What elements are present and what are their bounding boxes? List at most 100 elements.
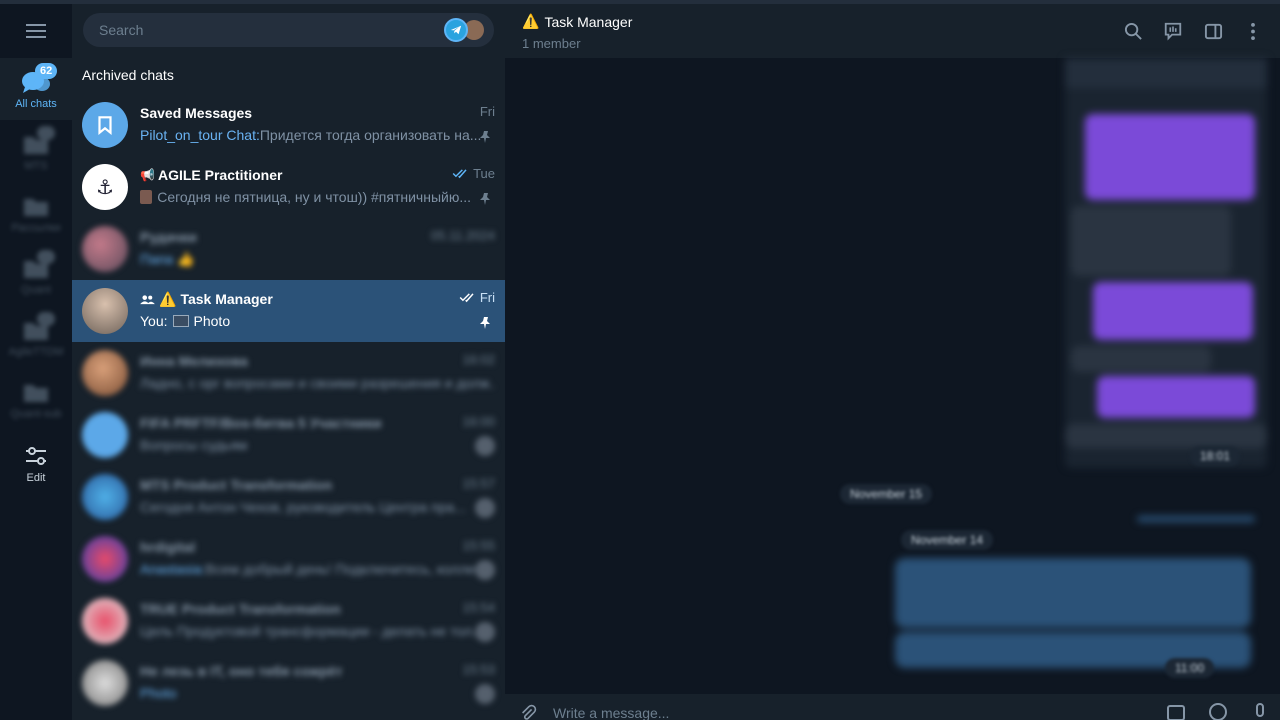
unread-badge <box>475 684 495 704</box>
window-top-border <box>0 0 1280 4</box>
chat-preview: Цель Продуктовой трансформации - делать … <box>140 623 484 639</box>
chat-title: hrdigital <box>140 539 196 555</box>
warning-icon: ⚠️ <box>522 13 540 29</box>
warning-icon: ⚠️ <box>159 290 177 307</box>
chat-item[interactable]: hrdigital 15:55 Anastasia: Всем добрый д… <box>72 528 505 590</box>
chat-item[interactable]: TRUE Product Transformation 15:54 Цель П… <box>72 590 505 652</box>
message-time: 11:00 <box>1165 658 1215 678</box>
chat-time: Fri <box>479 104 495 119</box>
pin-icon <box>480 131 490 143</box>
channel-avatar: ⚓ <box>82 164 128 210</box>
polls-icon[interactable] <box>1160 18 1186 44</box>
chat-item[interactable]: Рудачки 05.11.2024 Папа 👍 <box>72 218 505 280</box>
search-input[interactable] <box>99 22 399 38</box>
chat-item[interactable]: FIFA PRFTF/Bos-битва 5 Участники 16:00 В… <box>72 404 505 466</box>
message-composer <box>505 694 1280 720</box>
chat-item[interactable]: Не лезь в IT, оно тебя сожрёт 15:53 Phot… <box>72 652 505 714</box>
unread-badge <box>475 560 495 580</box>
chat-preview: Сегодня Антон Чехов, руководитель Центра… <box>140 499 466 515</box>
pin-icon <box>480 193 490 205</box>
video-thumb <box>140 190 153 204</box>
chat-preview: Вопросы судьям <box>140 437 248 453</box>
folder-icon <box>21 249 55 281</box>
microphone-icon[interactable] <box>1250 702 1270 720</box>
chat-body: Инна Мелихова 16:02 Ладно, с орг вопроса… <box>140 350 495 396</box>
telegram-story-icon[interactable] <box>444 18 468 42</box>
chat-body: TRUE Product Transformation 15:54 Цель П… <box>140 598 495 644</box>
chat-title: Инна Мелихова <box>140 353 248 369</box>
folder-icon <box>21 193 51 219</box>
group-icon <box>140 294 155 304</box>
archived-chats-row[interactable]: Archived chats <box>72 56 505 94</box>
chat-item-agile-practitioner[interactable]: ⚓ 📢 AGILE Practitioner Tue Сегодня не пят… <box>72 156 505 218</box>
folder-mts[interactable]: MTS <box>0 120 72 182</box>
unread-badge <box>475 622 495 642</box>
folders-sidebar: 62 All chats MTS Рассылки Quant AgileTTD… <box>0 0 72 720</box>
chat-list-panel: Archived chats Saved Messages Fri Pilot_… <box>72 0 505 720</box>
emoji-icon[interactable] <box>1208 702 1228 720</box>
chat-item[interactable]: MTS Product Transformation 15:57 Сегодня… <box>72 466 505 528</box>
more-icon[interactable] <box>1240 18 1266 44</box>
folder-all-chats[interactable]: 62 All chats <box>0 58 72 120</box>
chat-body: Рудачки 05.11.2024 Папа 👍 <box>140 226 495 272</box>
preview-text: Придется тогда организовать на... <box>259 127 482 143</box>
schedule-icon[interactable] <box>1166 702 1186 720</box>
composer-actions <box>1166 702 1270 720</box>
sidebar-toggle-icon[interactable] <box>1200 18 1226 44</box>
conversation-panel: ⚠️ Task Manager 1 member November 15 Nov… <box>505 0 1280 720</box>
avatar <box>82 660 128 706</box>
chat-preview: Сегодня не пятница, ну и чтош)) #пятничн… <box>140 186 495 208</box>
message-input[interactable] <box>553 705 953 720</box>
search-icon[interactable] <box>1120 18 1146 44</box>
chat-item-saved-messages[interactable]: Saved Messages Fri Pilot_on_tour Chat: П… <box>72 94 505 156</box>
avatar <box>82 598 128 644</box>
chat-time: 05.11.2024 <box>430 228 495 243</box>
chat-time: 15:54 <box>462 600 495 615</box>
avatar <box>82 412 128 458</box>
chat-preview: Ладно, с орг вопросами и своими разрешен… <box>140 375 495 391</box>
date-separator: November 15 <box>840 484 933 504</box>
folder-label: Quant <box>21 283 51 296</box>
hamburger-icon[interactable] <box>0 4 72 58</box>
chat-title: ⚠️ Task Manager <box>140 288 495 310</box>
folder-quant[interactable]: Quant <box>0 244 72 306</box>
conversation-header[interactable]: ⚠️ Task Manager 1 member <box>505 4 1280 58</box>
chat-time: Fri <box>459 290 495 305</box>
avatar <box>82 226 128 272</box>
chat-item-task-manager[interactable]: ⚠️ Task Manager Fri You: Photo <box>72 280 505 342</box>
avatar <box>82 536 128 582</box>
message-time: 18:01 <box>1190 446 1241 466</box>
chat-preview: You: Photo <box>140 310 495 332</box>
photo-message[interactable] <box>1065 58 1267 468</box>
avatar <box>82 474 128 520</box>
double-check-icon <box>452 169 467 179</box>
search-box[interactable] <box>83 13 494 47</box>
message-area: November 15 November 14 18:01 11:00 <box>505 58 1280 694</box>
folder-icon <box>21 311 55 343</box>
chats-icon: 62 <box>21 62 58 95</box>
chat-preview: Anastasia: Всем добрый день! Подключитес… <box>140 561 495 577</box>
folder-label: MTS <box>24 159 48 172</box>
chat-time: 16:00 <box>462 414 495 429</box>
folder-agilettdm[interactable]: AgileTTDM <box>0 306 72 368</box>
edit-folders-button[interactable]: Edit <box>0 432 72 494</box>
chat-body: ⚠️ Task Manager Fri You: Photo <box>140 288 495 334</box>
date-separator: November 14 <box>901 530 994 550</box>
folder-rassylki[interactable]: Рассылки <box>0 182 72 244</box>
chat-item[interactable]: Инна Мелихова 16:02 Ладно, с орг вопроса… <box>72 342 505 404</box>
chat-title: FIFA PRFTF/Bos-битва 5 Участники <box>140 415 382 431</box>
chat-body: 📢 AGILE Practitioner Tue Сегодня не пятни… <box>140 164 495 210</box>
chat-body: MTS Product Transformation 15:57 Сегодня… <box>140 474 495 520</box>
folder-quant-sub[interactable]: Quant-sub <box>0 368 72 430</box>
chat-preview: Pilot_on_tour Chat: Придется тогда орган… <box>140 124 495 146</box>
folder-icon <box>21 379 51 405</box>
avatar <box>82 350 128 396</box>
pin-icon <box>480 317 490 329</box>
preview-sender: Pilot_on_tour Chat: <box>140 127 260 143</box>
unread-badge <box>475 436 495 456</box>
double-check-icon <box>459 293 474 303</box>
attach-icon[interactable] <box>519 704 537 720</box>
search-row <box>72 4 505 56</box>
stories-strip[interactable] <box>444 18 488 42</box>
chat-title: TRUE Product Transformation <box>140 601 341 617</box>
